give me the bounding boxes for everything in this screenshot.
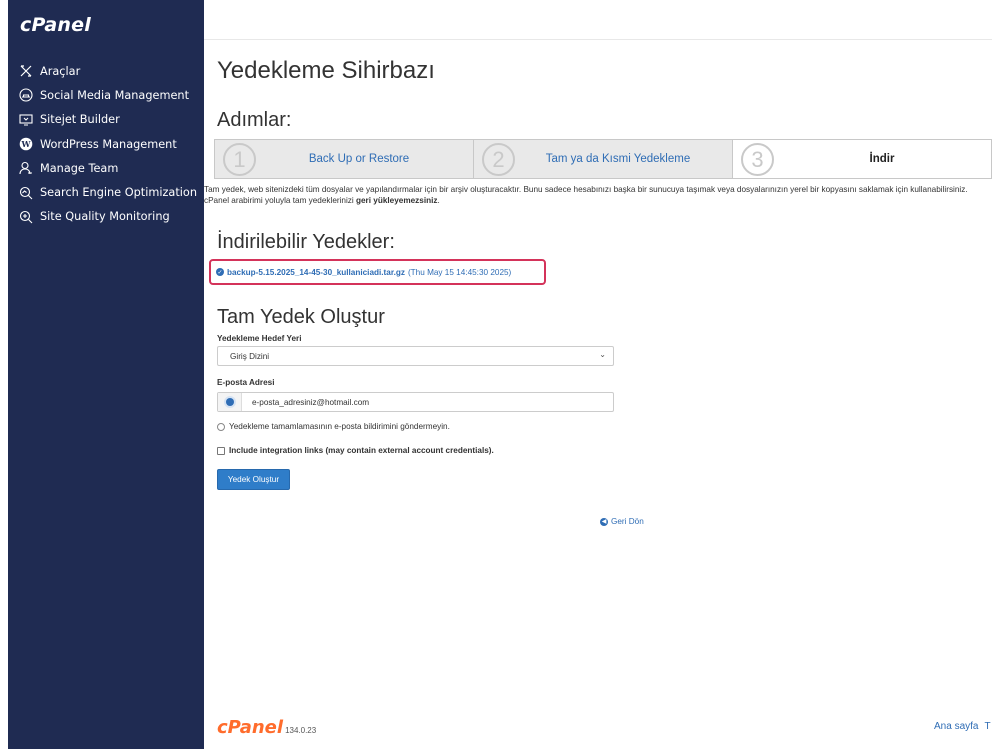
step-download: 3 İndir	[733, 140, 991, 178]
sidebar-item-sitejet[interactable]: Sitejet Builder	[8, 108, 204, 132]
cpanel-logo[interactable]: cPanel	[20, 14, 91, 36]
email-field[interactable]: e-posta_adresiniz@hotmail.com	[217, 392, 614, 412]
sidebar-item-seo[interactable]: Search Engine Optimization	[8, 180, 204, 204]
step-backup-restore[interactable]: 1 Back Up or Restore	[215, 140, 474, 178]
tools-icon	[18, 64, 34, 78]
sidebar-item-monitoring[interactable]: Site Quality Monitoring	[8, 205, 204, 229]
description-bold: geri yükleyemezsiniz	[356, 195, 438, 205]
back-label: Geri Dön	[611, 517, 644, 526]
downloads-heading: İndirilebilir Yedekler:	[217, 231, 395, 253]
page-title: Yedekleme Sihirbazı	[217, 57, 435, 84]
description-end: .	[437, 195, 440, 205]
footer-logo[interactable]: cPanel 134.0.23	[217, 717, 316, 738]
integration-option[interactable]: Include integration links (may contain e…	[217, 446, 494, 455]
footer-version: 134.0.23	[285, 726, 317, 735]
email-value[interactable]: e-posta_adresiniz@hotmail.com	[242, 398, 369, 407]
checkbox-icon[interactable]	[217, 446, 225, 455]
footer-brand: cPanel	[217, 717, 284, 738]
backup-download-highlight: ✓ backup-5.15.2025_14-45-30_kullaniciadi…	[209, 259, 546, 285]
seo-icon	[18, 186, 34, 200]
sidebar-item-label: Site Quality Monitoring	[40, 210, 170, 224]
email-label: E-posta Adresi	[217, 378, 275, 387]
sidebar-item-wordpress[interactable]: W WordPress Management	[8, 132, 204, 156]
svg-text:W: W	[21, 139, 32, 149]
sidebar-item-label: Manage Team	[40, 161, 119, 175]
radio-selected-icon	[225, 398, 234, 406]
social-media-icon	[18, 88, 34, 102]
sidebar: cPanel Araçlar Social Media Management S…	[8, 0, 204, 749]
main-content: Yedekleme Sihirbazı Adımlar: 1 Back Up o…	[204, 40, 992, 749]
team-icon	[18, 161, 34, 175]
destination-label: Yedekleme Hedef Yeri	[217, 334, 302, 343]
sidebar-item-label: Search Engine Optimization	[40, 186, 197, 200]
sidebar-item-social-media[interactable]: Social Media Management	[8, 83, 204, 107]
sidebar-item-label: WordPress Management	[40, 137, 177, 151]
sidebar-item-label: Social Media Management	[40, 88, 190, 102]
check-circle-icon: ✓	[216, 268, 224, 276]
no-email-option[interactable]: Yedekleme tamamlamasının e-posta bildiri…	[217, 422, 450, 431]
monitoring-icon	[18, 210, 34, 224]
backup-file-link[interactable]: backup-5.15.2025_14-45-30_kullaniciadi.t…	[227, 268, 405, 277]
chevron-down-icon: ⌄	[599, 350, 606, 359]
backup-date: (Thu May 15 14:45:30 2025)	[407, 267, 512, 277]
email-radio[interactable]	[218, 393, 242, 411]
step-full-partial[interactable]: 2 Tam ya da Kısmi Yedekleme	[474, 140, 733, 178]
step-number: 1	[223, 143, 256, 176]
step-number: 2	[482, 143, 515, 176]
create-backup-button[interactable]: Yedek Oluştur	[217, 469, 290, 490]
sitejet-icon	[18, 113, 34, 127]
sidebar-item-tools[interactable]: Araçlar	[8, 59, 204, 83]
no-email-label: Yedekleme tamamlamasının e-posta bildiri…	[229, 422, 450, 431]
sidebar-item-team[interactable]: Manage Team	[8, 156, 204, 180]
sidebar-item-label: Sitejet Builder	[40, 113, 120, 127]
sidebar-nav: Araçlar Social Media Management Sitejet …	[8, 59, 204, 229]
steps-heading: Adımlar:	[217, 109, 292, 131]
footer-links: Ana sayfa T	[934, 721, 992, 732]
sidebar-item-label: Araçlar	[40, 64, 81, 78]
description-text: Tam yedek, web sitenizdeki tüm dosyalar …	[204, 185, 992, 206]
integration-label: Include integration links (may contain e…	[229, 446, 494, 455]
back-link[interactable]: ◀ Geri Dön	[600, 517, 644, 526]
create-backup-heading: Tam Yedek Oluştur	[217, 306, 385, 328]
wordpress-icon: W	[18, 137, 34, 151]
footer-home-link[interactable]: Ana sayfa	[934, 721, 978, 732]
footer-next-link[interactable]: T	[984, 721, 990, 732]
radio-icon[interactable]	[217, 422, 225, 431]
destination-value: Giriş Dizini	[230, 351, 270, 361]
wizard-steps: 1 Back Up or Restore 2 Tam ya da Kısmi Y…	[214, 139, 992, 179]
destination-select[interactable]: Giriş Dizini ⌄	[217, 346, 614, 366]
description-main: Tam yedek, web sitenizdeki tüm dosyalar …	[204, 185, 968, 205]
back-arrow-icon: ◀	[600, 517, 608, 526]
step-number: 3	[741, 143, 774, 176]
top-bar	[204, 0, 992, 40]
